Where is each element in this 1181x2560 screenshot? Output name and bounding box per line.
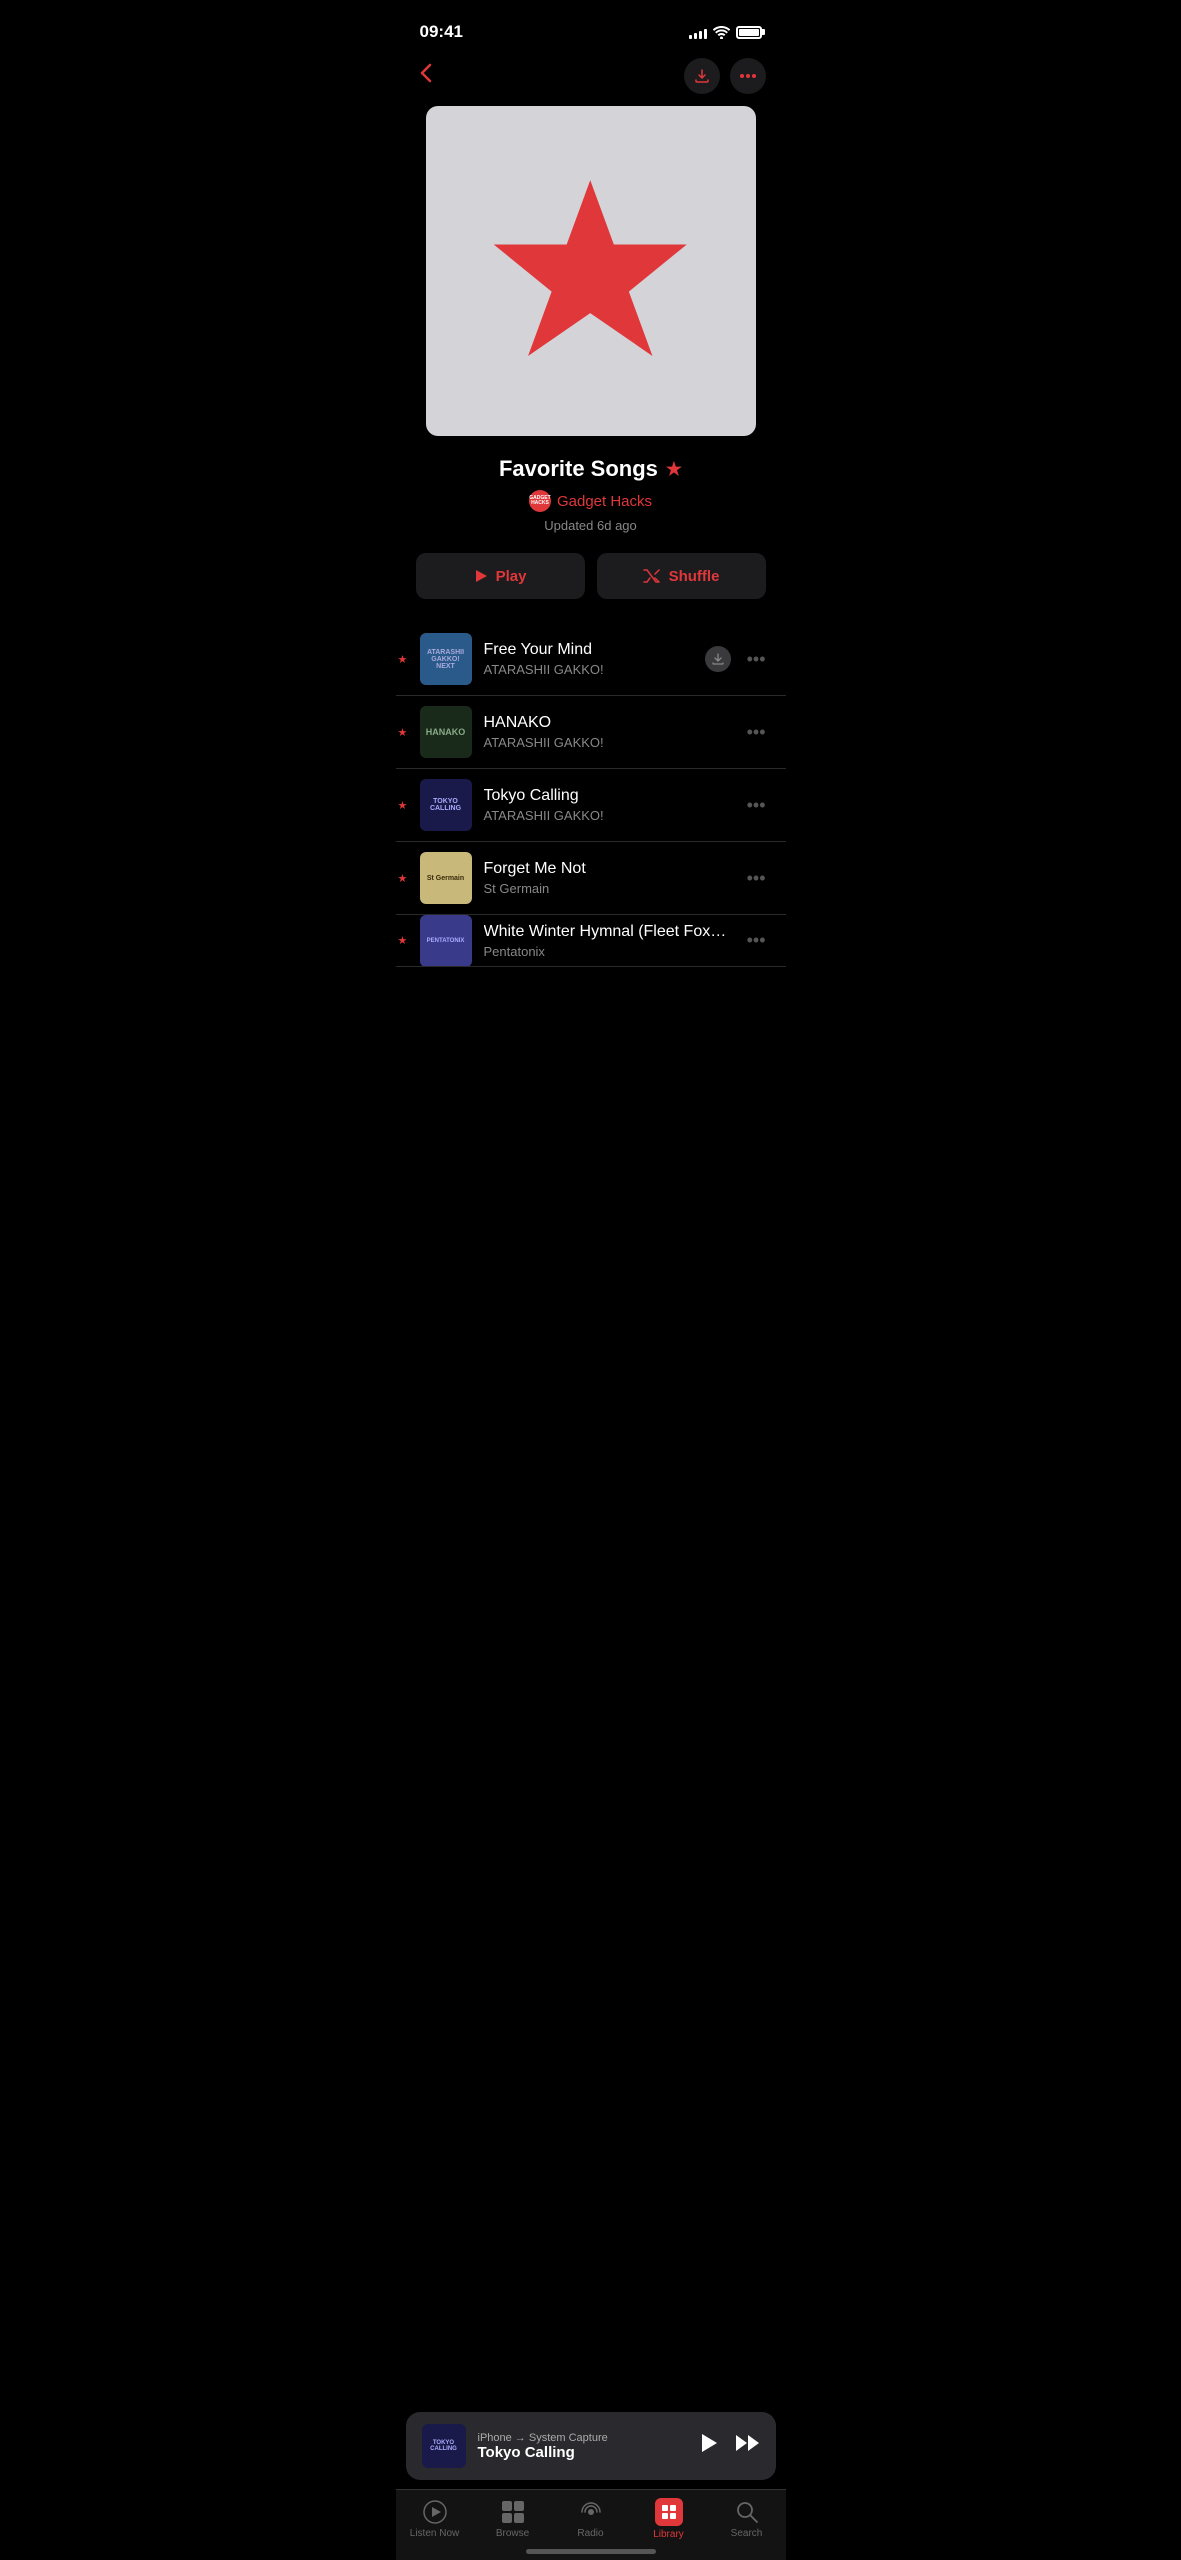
play-button[interactable]: Play [416, 553, 585, 599]
song-artist-4: St Germain [484, 881, 731, 896]
tab-radio-label: Radio [577, 2528, 603, 2539]
playlist-updated: Updated 6d ago [416, 518, 766, 533]
song-actions-2: ••• [743, 718, 770, 747]
download-button[interactable] [684, 58, 720, 94]
tab-library-label: Library [653, 2529, 684, 2540]
listen-now-icon [422, 2499, 448, 2525]
song-star-5: ★ [398, 934, 408, 947]
playlist-favorite-star: ★ [666, 459, 682, 480]
nav-bar [396, 50, 786, 106]
song-title-3: Tokyo Calling [484, 787, 731, 805]
song-more-2[interactable]: ••• [743, 718, 770, 747]
tab-search-label: Search [731, 2528, 763, 2539]
song-more-5[interactable]: ••• [743, 926, 770, 955]
song-actions-4: ••• [743, 864, 770, 893]
song-thumb-5: PENTATONIX [420, 915, 472, 967]
search-icon [734, 2499, 760, 2525]
song-actions-1: ••• [705, 645, 770, 674]
song-thumb-2: HANAKO [420, 706, 472, 758]
song-actions-5: ••• [743, 926, 770, 955]
song-item[interactable]: ★ St Germain Forget Me Not St Germain ••… [396, 842, 786, 915]
song-info-3: Tokyo Calling ATARASHII GAKKO! [484, 787, 731, 823]
song-more-4[interactable]: ••• [743, 864, 770, 893]
home-indicator [526, 2549, 656, 2554]
tab-browse[interactable]: Browse [483, 2499, 543, 2539]
tab-radio[interactable]: Radio [561, 2499, 621, 2539]
song-title-2: HANAKO [484, 714, 731, 732]
song-star-2: ★ [398, 726, 408, 739]
now-playing-controls [698, 2432, 760, 2460]
song-artist-3: ATARASHII GAKKO! [484, 808, 731, 823]
tab-search[interactable]: Search [717, 2499, 777, 2539]
author-name: Gadget Hacks [557, 493, 652, 510]
song-title-4: Forget Me Not [484, 860, 731, 878]
browse-icon [500, 2499, 526, 2525]
song-list: ★ ATARASHII GAKKO! NEXT Free Your Mind A… [396, 623, 786, 967]
song-item[interactable]: ★ ATARASHII GAKKO! NEXT Free Your Mind A… [396, 623, 786, 696]
wifi-icon [713, 26, 730, 39]
album-art [426, 106, 756, 436]
song-more-1[interactable]: ••• [743, 645, 770, 674]
song-item[interactable]: ★ TOKYO CALLING Tokyo Calling ATARASHII … [396, 769, 786, 842]
song-thumb-1: ATARASHII GAKKO! NEXT [420, 633, 472, 685]
now-playing-forward-button[interactable] [736, 2434, 760, 2458]
song-info-2: HANAKO ATARASHII GAKKO! [484, 714, 731, 750]
song-title-1: Free Your Mind [484, 641, 693, 659]
song-item[interactable]: ★ PENTATONIX White Winter Hymnal (Fleet … [396, 915, 786, 967]
song-item[interactable]: ★ HANAKO HANAKO ATARASHII GAKKO! ••• [396, 696, 786, 769]
status-icons [689, 25, 762, 39]
song-thumb-3: TOKYO CALLING [420, 779, 472, 831]
song-star-1: ★ [398, 653, 408, 666]
song-more-3[interactable]: ••• [743, 791, 770, 820]
now-playing-thumb: TOKYO CALLING [422, 2424, 466, 2468]
tab-listen-now-label: Listen Now [410, 2528, 459, 2539]
now-playing-subtitle: iPhone → System Capture [478, 2432, 686, 2444]
song-star-3: ★ [398, 799, 408, 812]
song-artist-2: ATARASHII GAKKO! [484, 735, 731, 750]
battery-icon [736, 26, 762, 39]
now-playing-title: Tokyo Calling [478, 2444, 686, 2461]
status-bar: 09:41 [396, 0, 786, 50]
song-star-4: ★ [398, 872, 408, 885]
song-actions-3: ••• [743, 791, 770, 820]
now-playing-bar[interactable]: TOKYO CALLING iPhone → System Capture To… [406, 2412, 776, 2480]
tab-listen-now[interactable]: Listen Now [405, 2499, 465, 2539]
signal-icon [689, 25, 707, 39]
song-info-5: White Winter Hymnal (Fleet Foxes Cover) … [484, 923, 731, 959]
now-playing-play-button[interactable] [698, 2432, 720, 2460]
tab-browse-label: Browse [496, 2528, 529, 2539]
song-info-1: Free Your Mind ATARASHII GAKKO! [484, 641, 693, 677]
playlist-author[interactable]: GADGETHACKS Gadget Hacks [416, 490, 766, 512]
song-title-5: White Winter Hymnal (Fleet Foxes Cover) [484, 923, 731, 941]
playlist-info: Favorite Songs ★ GADGETHACKS Gadget Hack… [396, 456, 786, 553]
song-artist-1: ATARASHII GAKKO! [484, 662, 693, 677]
song-info-4: Forget Me Not St Germain [484, 860, 731, 896]
tab-library[interactable]: Library [639, 2498, 699, 2540]
now-playing-info: iPhone → System Capture Tokyo Calling [478, 2432, 686, 2461]
playlist-title: Favorite Songs ★ [416, 456, 766, 482]
back-button[interactable] [416, 59, 436, 93]
library-icon [655, 2498, 683, 2526]
song-artist-5: Pentatonix [484, 944, 731, 959]
song-download-1[interactable] [705, 646, 731, 672]
action-buttons: Play Shuffle [396, 553, 786, 623]
more-options-button[interactable] [730, 58, 766, 94]
status-time: 09:41 [420, 22, 463, 42]
nav-right [684, 58, 766, 94]
album-art-container [396, 106, 786, 456]
radio-icon [578, 2499, 604, 2525]
author-badge: GADGETHACKS [529, 490, 551, 512]
song-thumb-4: St Germain [420, 852, 472, 904]
star-artwork [483, 164, 698, 379]
shuffle-button[interactable]: Shuffle [597, 553, 766, 599]
